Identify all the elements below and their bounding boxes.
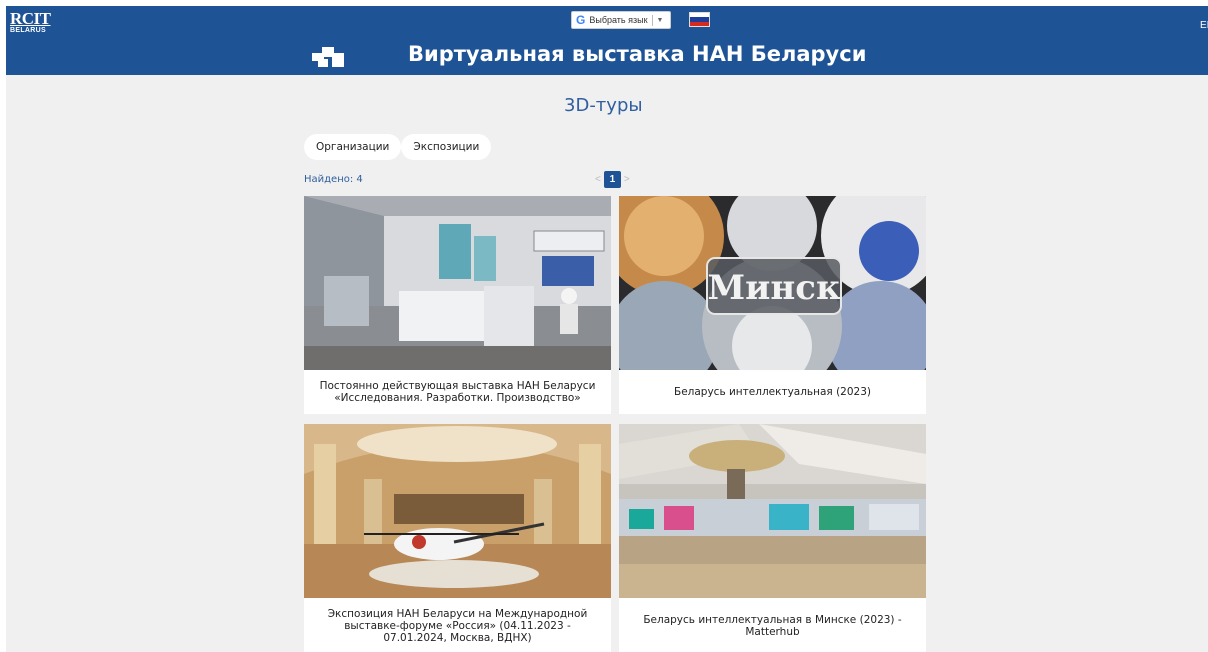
tour-card-image[interactable]: Минск [619,196,926,370]
tour-card[interactable]: Беларусь интеллектуальная в Минске (2023… [619,424,926,652]
language-select-label: Выбрать язык [589,15,648,25]
site-title[interactable]: Виртуальная выставка НАН Беларуси [408,42,866,66]
site-logo-icon[interactable] [312,47,346,67]
alt-language-link[interactable]: EI [1200,20,1208,31]
next-page-icon[interactable]: > [624,174,630,185]
pagination: < 1 > [595,171,630,188]
chevron-down-icon: ▼ [656,16,664,24]
russian-flag-icon[interactable] [689,12,710,27]
current-page-button[interactable]: 1 [603,171,621,188]
tour-card-caption[interactable]: Постоянно действующая выставка НАН Белар… [304,370,611,414]
tour-card-caption[interactable]: Экспозиция НАН Беларуси на Международной… [304,598,611,652]
tour-card[interactable]: Постоянно действующая выставка НАН Белар… [304,196,611,414]
minsk-image-text: Минск [708,268,841,308]
language-select[interactable]: G Выбрать язык ▼ [571,11,671,29]
tab-expositions[interactable]: Экспозиции [401,134,492,160]
divider [651,14,653,26]
results-count: Найдено: 4 [304,174,363,185]
tour-card[interactable]: Минск Беларусь интеллектуальная (2023) [619,196,926,414]
tour-card-image[interactable] [304,424,611,598]
tour-card[interactable]: Экспозиция НАН Беларуси на Международной… [304,424,611,652]
tour-card-image[interactable] [619,424,926,598]
filter-tabs: Организации Экспозиции [304,134,492,160]
tab-organizations[interactable]: Организации [304,134,402,160]
browser-viewport: RCIT BELARUS G Выбрать язык ▼ EI Виртуал… [6,6,1208,652]
rcit-logo-text: RCIT [10,9,51,28]
google-g-icon: G [576,13,586,27]
tour-card-caption[interactable]: Беларусь интеллектуальная (2023) [619,370,926,414]
site-header: RCIT BELARUS G Выбрать язык ▼ EI Виртуал… [6,6,1208,75]
rcit-logo[interactable]: RCIT BELARUS [10,10,54,38]
tour-card-caption[interactable]: Беларусь интеллектуальная в Минске (2023… [619,598,926,652]
tour-card-image[interactable] [304,196,611,370]
prev-page-icon[interactable]: < [595,174,601,185]
page-heading: 3D-туры [564,95,643,116]
rcit-logo-subtext: BELARUS [10,27,46,34]
